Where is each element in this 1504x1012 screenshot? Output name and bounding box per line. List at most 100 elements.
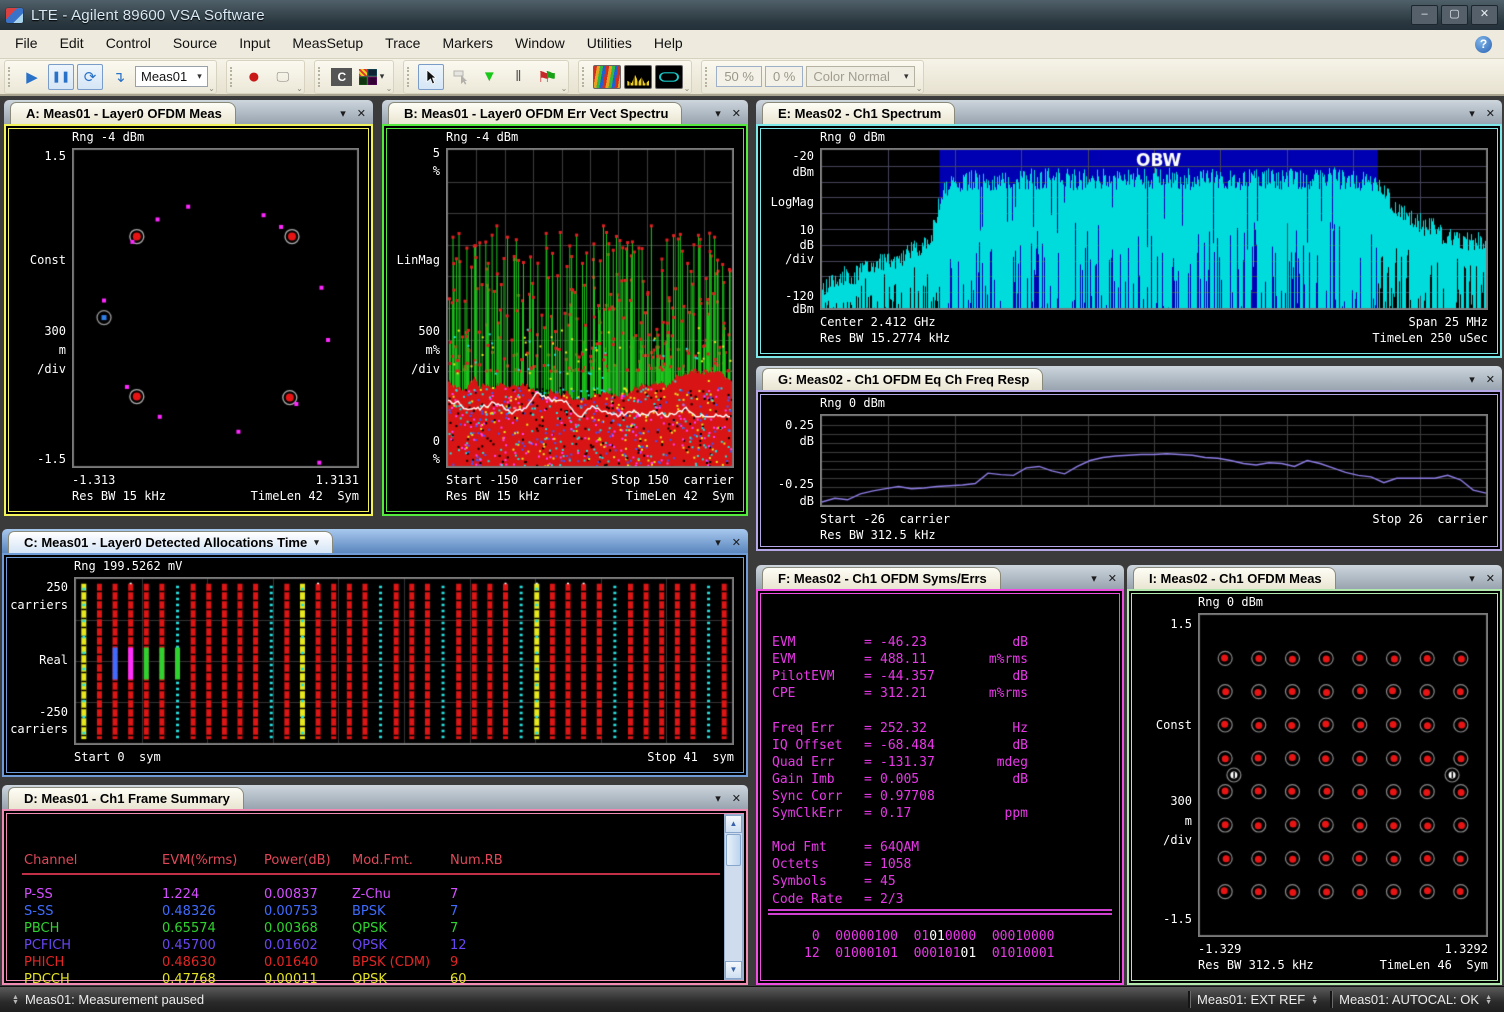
bit-segment: 01 xyxy=(961,946,977,961)
y-axis-label: % xyxy=(386,164,440,178)
menu-item-window[interactable]: Window xyxy=(504,31,576,55)
close-icon[interactable]: ✕ xyxy=(1471,5,1498,25)
plot-A-canvas[interactable] xyxy=(72,148,359,468)
panel-A-tab[interactable]: A: Meas01 - Layer0 OFDM Meas xyxy=(10,102,236,124)
panel-G-close-icon[interactable]: ✕ xyxy=(1486,375,1495,386)
percent1-field[interactable]: 50 % xyxy=(716,66,762,87)
panel-C-menu-icon[interactable]: ▾ xyxy=(715,538,721,549)
spectrogram-view-icon[interactable] xyxy=(593,65,621,89)
menu-item-edit[interactable]: Edit xyxy=(49,31,95,55)
panel-F-close-icon[interactable]: ✕ xyxy=(1108,574,1117,585)
scroll-up-icon[interactable]: ▲ xyxy=(725,815,742,833)
menu-item-help[interactable]: Help xyxy=(643,31,694,55)
metric-row-gap xyxy=(772,703,1112,719)
panel-B-close-icon[interactable]: ✕ xyxy=(732,109,741,120)
toolbar-group-control: ▶ ❚❚ ⟳ ↴ Meas01 ▾ ⌄ xyxy=(4,60,217,94)
panel-I-buttons: ▾✕ xyxy=(1469,574,1495,589)
minimize-icon[interactable]: – xyxy=(1411,5,1438,25)
panel-B-header: B: Meas01 - Layer0 OFDM Err Vect Spectru… xyxy=(382,100,748,124)
plot-B-canvas[interactable] xyxy=(446,148,734,468)
maximize-icon[interactable]: ▢ xyxy=(1441,5,1468,25)
scrollbar-thumb[interactable] xyxy=(726,834,741,866)
play-icon[interactable]: ▶ xyxy=(19,64,45,90)
menu-item-source[interactable]: Source xyxy=(162,31,228,55)
vertical-scrollbar[interactable]: ▲▼ xyxy=(724,814,743,980)
y-axis-label: 500 xyxy=(386,324,440,338)
measure-cursor-icon[interactable] xyxy=(447,64,473,90)
panel-G-tab[interactable]: G: Meas02 - Ch1 OFDM Eq Ch Freq Resp xyxy=(762,368,1043,390)
pause-icon[interactable]: ❚❚ xyxy=(48,64,74,90)
select-cursor-icon[interactable] xyxy=(418,64,444,90)
help-icon[interactable]: ? xyxy=(1475,36,1492,53)
status-spinner-icon[interactable]: ▲▼ xyxy=(1485,995,1492,1005)
panel-D-menu-icon[interactable]: ▾ xyxy=(715,794,721,805)
menu-item-utilities[interactable]: Utilities xyxy=(576,31,643,55)
measurement-select[interactable]: Meas01 ▾ xyxy=(135,66,208,87)
marker-icon[interactable]: ▼ xyxy=(476,64,502,90)
metric-row: Gain Imb=0.005dB xyxy=(772,772,1112,788)
plot-G-canvas[interactable] xyxy=(820,414,1488,507)
color-mode-select[interactable]: Color Normal ▾ xyxy=(806,66,915,87)
menu-item-markers[interactable]: Markers xyxy=(431,31,504,55)
panel-B-tab[interactable]: B: Meas01 - Layer0 OFDM Err Vect Spectru xyxy=(388,102,682,124)
metric-value: 0.005 xyxy=(880,772,958,787)
panel-D-close-icon[interactable]: ✕ xyxy=(732,794,741,805)
scrollbar-track[interactable] xyxy=(725,867,742,961)
restart-icon[interactable]: ⟳ xyxy=(77,64,103,90)
metric-row: Symbols=45 xyxy=(772,874,1112,890)
panel-A-menu-icon[interactable]: ▾ xyxy=(340,109,346,120)
y-axis-label: -250 xyxy=(6,705,68,719)
metric-row-gap xyxy=(772,823,1112,839)
menu-item-input[interactable]: Input xyxy=(228,31,281,55)
plot-C-canvas[interactable] xyxy=(74,577,734,745)
x-axis-right-label: 1.3292 xyxy=(1198,942,1488,956)
flag-marker-icon[interactable]: ⚑⚑ xyxy=(534,64,560,90)
eye-diagram-view-icon[interactable] xyxy=(655,65,683,89)
panel-E-menu-icon[interactable]: ▾ xyxy=(1469,109,1475,120)
panel-B-menu-icon[interactable]: ▾ xyxy=(715,109,721,120)
status-spinner-icon[interactable]: ▲▼ xyxy=(12,995,19,1005)
table-cell: 1.224 xyxy=(162,887,199,902)
single-sweep-icon[interactable]: ↴ xyxy=(106,64,132,90)
player-icon[interactable]: 🖵 xyxy=(270,64,296,90)
metric-value: -44.357 xyxy=(880,669,958,684)
panel-C-title: C: Meas01 - Layer0 Detected Allocations … xyxy=(24,535,307,550)
status-spinner-icon[interactable]: ▲▼ xyxy=(1311,995,1318,1005)
band-marker-icon[interactable]: ‖ xyxy=(505,64,531,90)
copy-icon[interactable]: C xyxy=(329,64,355,90)
menu-item-trace[interactable]: Trace xyxy=(374,31,431,55)
panel-E-close-icon[interactable]: ✕ xyxy=(1486,109,1495,120)
plot-E-canvas[interactable] xyxy=(820,148,1488,310)
record-icon[interactable]: ● xyxy=(241,64,267,90)
scroll-down-icon[interactable]: ▼ xyxy=(725,961,742,979)
panel-A-close-icon[interactable]: ✕ xyxy=(357,109,366,120)
metric-row: Sync Corr=0.97708 xyxy=(772,789,1112,805)
menu-item-meassetup[interactable]: MeasSetup xyxy=(281,31,374,55)
panel-C-close-icon[interactable]: ✕ xyxy=(732,538,741,549)
spectrum-view-icon[interactable] xyxy=(624,65,652,89)
panel-F-menu-icon[interactable]: ▾ xyxy=(1091,574,1097,585)
y-axis-label: 300 xyxy=(1131,794,1192,808)
panel-F-content: EVM=-46.23dBEVM=488.11m%rmsPilotEVM=-44.… xyxy=(756,589,1124,985)
panel-C-tab[interactable]: C: Meas01 - Layer0 Detected Allocations … xyxy=(8,531,333,553)
metric-name: Freq Err xyxy=(772,721,864,736)
rng-label: Rng 0 dBm xyxy=(820,396,885,410)
layout-grid-icon[interactable]: ▾ xyxy=(358,64,386,90)
y-axis-label: Const xyxy=(1131,718,1192,732)
panel-D-tab[interactable]: D: Meas01 - Ch1 Frame Summary xyxy=(8,787,244,809)
metric-value: 488.11 xyxy=(880,652,958,667)
percent2-field[interactable]: 0 % xyxy=(765,66,803,87)
plot-I-canvas[interactable] xyxy=(1198,613,1488,937)
menu-item-file[interactable]: File xyxy=(4,31,49,55)
tab-dropdown-icon[interactable]: ▾ xyxy=(314,537,319,548)
panel-I-menu-icon[interactable]: ▾ xyxy=(1469,574,1475,585)
toolbar-group-trace-views: ⌄ xyxy=(578,60,692,94)
panel-F-title: F: Meas02 - Ch1 OFDM Syms/Errs xyxy=(778,571,987,586)
panel-G-menu-icon[interactable]: ▾ xyxy=(1469,375,1475,386)
panel-E-tab[interactable]: E: Meas02 - Ch1 Spectrum xyxy=(762,102,955,124)
panel-F-tab[interactable]: F: Meas02 - Ch1 OFDM Syms/Errs xyxy=(762,567,1001,589)
panel-I-close-icon[interactable]: ✕ xyxy=(1486,574,1495,585)
panel-I-tab[interactable]: I: Meas02 - Ch1 OFDM Meas xyxy=(1133,567,1336,589)
menu-item-control[interactable]: Control xyxy=(95,31,162,55)
chevron-down-icon: ▾ xyxy=(904,71,909,82)
